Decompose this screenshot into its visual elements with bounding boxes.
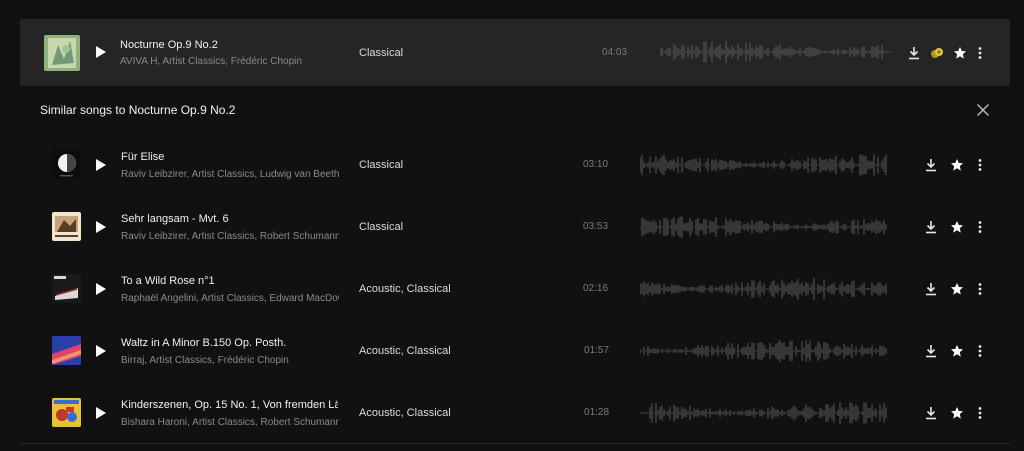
current-more-button[interactable] xyxy=(973,46,987,60)
download-button[interactable] xyxy=(924,220,938,234)
play-button[interactable] xyxy=(95,344,107,358)
track-title[interactable]: Waltz in A Minor B.150 Op. Posth. xyxy=(121,337,341,349)
star-icon xyxy=(954,47,966,59)
current-track-duration: 04:03 xyxy=(602,47,628,58)
track-genre[interactable]: Classical xyxy=(359,221,403,233)
download-icon xyxy=(926,159,936,172)
more-button[interactable] xyxy=(973,220,987,234)
current-track-artists[interactable]: AVIVA H, Artist Classics, Frédéric Chopi… xyxy=(120,56,306,67)
download-icon xyxy=(926,283,936,296)
track-title[interactable]: To a Wild Rose n°1 xyxy=(121,275,341,287)
play-button[interactable] xyxy=(95,282,107,296)
more-vertical-icon xyxy=(978,221,982,233)
track-genre[interactable]: Acoustic, Classical xyxy=(359,283,451,295)
more-button[interactable] xyxy=(973,406,987,420)
favorite-button[interactable] xyxy=(950,406,964,420)
track-artists[interactable]: Bishara Haroni, Artist Classics, Robert … xyxy=(121,417,339,428)
star-icon xyxy=(951,407,963,419)
close-icon xyxy=(977,104,989,116)
play-icon xyxy=(96,221,106,233)
play-icon xyxy=(96,46,106,58)
track-artists[interactable]: Raviv Leibzirer, Artist Classics, Robert… xyxy=(121,231,339,242)
track-artists[interactable]: Raviv Leibzirer, Artist Classics, Ludwig… xyxy=(121,169,339,180)
list-item[interactable]: Kinderszenen, Op. 15 No. 1, Von fremden … xyxy=(0,382,1024,444)
play-icon xyxy=(96,283,106,295)
current-favorite-button[interactable] xyxy=(953,46,967,60)
more-button[interactable] xyxy=(973,282,987,296)
current-track-title[interactable]: Nocturne Op.9 No.2 xyxy=(120,39,340,51)
download-button[interactable] xyxy=(924,344,938,358)
play-icon xyxy=(96,159,106,171)
track-waveform[interactable] xyxy=(640,277,888,301)
current-track-genre[interactable]: Classical xyxy=(359,47,403,59)
download-icon xyxy=(926,407,936,420)
track-genre[interactable]: Acoustic, Classical xyxy=(359,345,451,357)
download-icon xyxy=(926,221,936,234)
more-vertical-icon xyxy=(978,345,982,357)
star-icon xyxy=(951,159,963,171)
list-item[interactable]: Für Elise Raviv Leibzirer, Artist Classi… xyxy=(0,134,1024,196)
list-divider xyxy=(20,443,1010,444)
track-duration: 03:10 xyxy=(583,159,609,170)
list-item[interactable]: To a Wild Rose n°1 Raphaël Angelini, Art… xyxy=(0,258,1024,320)
track-title[interactable]: Sehr langsam - Mvt. 6 xyxy=(121,213,341,225)
track-cover xyxy=(52,212,81,241)
more-vertical-icon xyxy=(978,283,982,295)
play-button[interactable] xyxy=(95,158,107,172)
list-item[interactable]: Sehr langsam - Mvt. 6 Raviv Leibzirer, A… xyxy=(0,196,1024,258)
star-icon xyxy=(951,283,963,295)
current-download-button[interactable] xyxy=(907,46,921,60)
star-icon xyxy=(951,345,963,357)
track-waveform[interactable] xyxy=(640,215,888,239)
favorite-button[interactable] xyxy=(950,344,964,358)
track-artists[interactable]: Birraj, Artist Classics, Frédéric Chopin xyxy=(121,355,339,366)
download-button[interactable] xyxy=(924,282,938,296)
track-duration: 01:28 xyxy=(584,407,610,418)
track-artists[interactable]: Raphaël Angelini, Artist Classics, Edwar… xyxy=(121,293,339,304)
more-vertical-icon xyxy=(978,159,982,171)
track-duration: 01:57 xyxy=(584,345,610,356)
track-title[interactable]: Kinderszenen, Op. 15 No. 1, Von fremden … xyxy=(121,399,338,411)
play-icon xyxy=(96,345,106,357)
track-cover xyxy=(52,274,81,303)
track-waveform[interactable] xyxy=(640,339,888,363)
similar-songs-icon xyxy=(931,48,943,58)
favorite-button[interactable] xyxy=(950,158,964,172)
track-duration: 03:53 xyxy=(583,221,609,232)
favorite-button[interactable] xyxy=(950,220,964,234)
track-genre[interactable]: Acoustic, Classical xyxy=(359,407,451,419)
current-play-button[interactable] xyxy=(95,45,107,59)
current-similar-songs-button[interactable] xyxy=(930,46,944,60)
track-waveform[interactable] xyxy=(640,401,888,425)
download-button[interactable] xyxy=(924,158,938,172)
download-button[interactable] xyxy=(924,406,938,420)
play-icon xyxy=(96,407,106,419)
track-waveform[interactable] xyxy=(640,153,888,177)
track-cover xyxy=(52,336,81,365)
track-title[interactable]: Für Elise xyxy=(121,151,341,163)
download-icon xyxy=(926,345,936,358)
star-icon xyxy=(951,221,963,233)
track-genre[interactable]: Classical xyxy=(359,159,403,171)
track-cover xyxy=(52,398,81,427)
track-cover xyxy=(52,150,81,179)
list-item[interactable]: Waltz in A Minor B.150 Op. Posth. Birraj… xyxy=(0,320,1024,382)
track-duration: 02:16 xyxy=(583,283,609,294)
current-track-waveform[interactable] xyxy=(660,40,892,64)
more-vertical-icon xyxy=(978,407,982,419)
play-button[interactable] xyxy=(95,220,107,234)
current-track-cover xyxy=(44,35,80,71)
favorite-button[interactable] xyxy=(950,282,964,296)
download-icon xyxy=(909,47,919,60)
more-button[interactable] xyxy=(973,344,987,358)
close-similar-button[interactable] xyxy=(976,103,990,117)
more-vertical-icon xyxy=(978,47,982,59)
similar-songs-heading: Similar songs to Nocturne Op.9 No.2 xyxy=(40,103,236,117)
more-button[interactable] xyxy=(973,158,987,172)
play-button[interactable] xyxy=(95,406,107,420)
